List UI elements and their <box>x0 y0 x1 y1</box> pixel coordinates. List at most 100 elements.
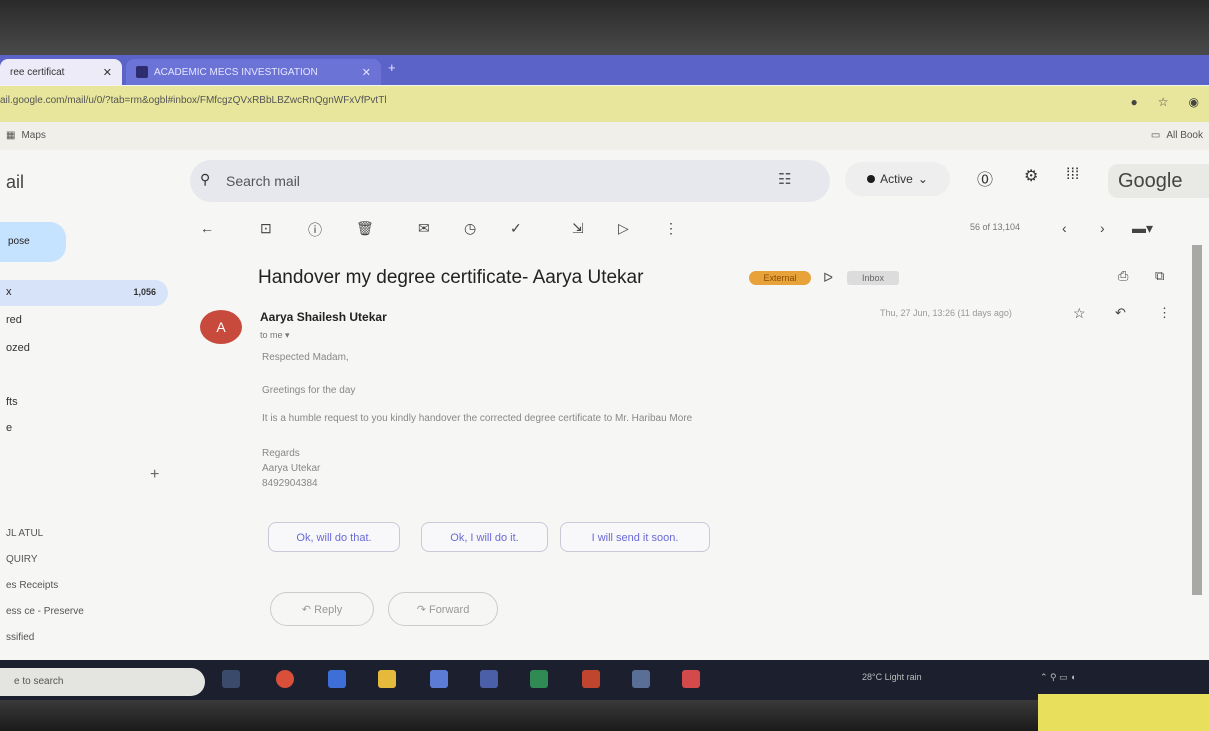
browser-tab-bar: ree certificat ✕ ACADEMIC MECS INVESTIGA… <box>0 55 1209 85</box>
older-chevron-icon[interactable]: › <box>1100 220 1105 236</box>
snooze-icon[interactable]: ◷ <box>464 220 476 237</box>
inbox-label-chip[interactable]: Inbox <box>847 271 899 285</box>
bookmark-star-icon[interactable]: ☆ <box>1158 95 1169 109</box>
excel-icon[interactable] <box>530 670 548 688</box>
bookmarks-bar: ▦ Maps ▭ All Book <box>0 122 1209 150</box>
open-in-new-window-icon[interactable]: ⧉ <box>1155 268 1164 284</box>
word-icon[interactable] <box>328 670 346 688</box>
scrollbar[interactable] <box>1192 245 1202 595</box>
sidebar-item-inbox[interactable]: x 1,056 <box>0 280 168 306</box>
address-bar: ail.google.com/mail/u/0/?tab=rm&ogbl#inb… <box>0 86 1209 122</box>
bookmark-maps-label: Maps <box>21 130 46 141</box>
sticky-note <box>1038 694 1209 731</box>
search-input[interactable]: Search mail <box>226 173 300 189</box>
sidebar-item-drafts[interactable]: fts <box>6 396 18 408</box>
reply-label: Reply <box>314 604 343 616</box>
report-spam-icon[interactable]: ⓘ <box>308 220 322 240</box>
archive-icon[interactable]: ⊡ <box>260 220 272 237</box>
close-tab-icon[interactable]: ✕ <box>103 66 112 79</box>
add-label-icon[interactable]: + <box>150 466 159 484</box>
email-subject: Handover my degree certificate- Aarya Ut… <box>258 267 644 288</box>
status-dot-icon <box>867 175 876 183</box>
gmail-logo[interactable]: ail <box>6 172 24 193</box>
chrome-icon[interactable] <box>276 670 294 688</box>
taskbar-search[interactable]: e to search <box>0 668 205 696</box>
chevron-down-icon: ▾ <box>285 330 290 340</box>
input-tools-icon[interactable]: ▬▾ <box>1132 220 1153 237</box>
move-to-icon[interactable]: ⇲ <box>572 220 584 237</box>
add-task-icon[interactable]: ✓ <box>510 220 522 237</box>
search-options-icon[interactable]: ☷ <box>778 170 791 188</box>
sidebar-item-more[interactable]: e <box>6 422 12 434</box>
mark-unread-icon[interactable]: ✉ <box>418 220 430 237</box>
profile-icon[interactable]: ◉ <box>1189 95 1199 109</box>
forward-icon: ↷ <box>416 604 429 616</box>
help-icon[interactable]: ⓪ <box>977 166 993 190</box>
media-player-icon[interactable] <box>682 670 700 688</box>
apps-grid-icon[interactable]: ⁞⁞⁞ <box>1066 166 1079 184</box>
delete-icon[interactable]: 🗑 <box>356 220 374 237</box>
sidebar-label-3[interactable]: es Receipts <box>6 580 58 591</box>
sidebar-label-5[interactable]: ssified <box>6 632 34 643</box>
bookmark-maps[interactable]: ▦ Maps <box>6 130 46 141</box>
smart-reply-3[interactable]: I will send it soon. <box>560 522 710 552</box>
weather-widget[interactable]: 28°C Light rain <box>862 672 922 682</box>
recipient-details[interactable]: to me ▾ <box>260 330 290 341</box>
sidebar-label-4[interactable]: ess ce - Preserve <box>6 606 84 617</box>
url-field[interactable]: ail.google.com/mail/u/0/?tab=rm&ogbl#inb… <box>0 95 620 113</box>
favicon-icon <box>136 66 148 78</box>
sidebar-label-2[interactable]: QUIRY <box>6 554 38 565</box>
status-label: Active <box>880 172 913 186</box>
smart-reply-1[interactable]: Ok, will do that. <box>268 522 400 552</box>
screen: ree certificat ✕ ACADEMIC MECS INVESTIGA… <box>0 0 1209 731</box>
recipient-label: to me <box>260 330 283 340</box>
maps-icon: ▦ <box>6 130 16 141</box>
more-vert-icon[interactable]: ⋮ <box>1158 305 1171 321</box>
search-bar[interactable]: ⚲ Search mail ☷ <box>190 160 830 202</box>
gmail-app: ail ⚲ Search mail ☷ Active ⌄ ⓪ ⚙ ⁞⁞⁞ Goo… <box>0 150 1209 660</box>
status-button[interactable]: Active ⌄ <box>845 162 950 196</box>
print-icon[interactable]: ⎙ <box>1118 268 1128 284</box>
powerpoint-icon[interactable] <box>582 670 600 688</box>
address-bar-actions: ● ☆ ◉ <box>1131 95 1200 109</box>
smart-reply-2[interactable]: Ok, I will do it. <box>421 522 548 552</box>
sidebar-label-1[interactable]: JL ATUL <box>6 528 43 539</box>
sender-name[interactable]: Aarya Shailesh Utekar <box>260 310 387 324</box>
back-arrow-icon[interactable]: ← <box>200 220 214 236</box>
system-tray[interactable]: ⌃ ⚲ ▭ ◖ <box>1040 672 1076 683</box>
tab-inactive[interactable]: ACADEMIC MECS INVESTIGATION ✕ <box>126 59 381 85</box>
calculator-icon[interactable] <box>430 670 448 688</box>
bookmark-all[interactable]: ▭ All Book <box>1151 130 1203 141</box>
sidebar-item-starred[interactable]: red <box>6 314 22 326</box>
google-account-logo[interactable]: Google <box>1108 164 1209 198</box>
body-salutation: Respected Madam, <box>262 352 349 363</box>
file-explorer-icon[interactable] <box>378 670 396 688</box>
pagination-count: 56 of 13,104 <box>970 222 1021 232</box>
body-regards: Regards <box>262 448 300 459</box>
compose-button[interactable]: pose <box>0 222 66 262</box>
body-signature-phone: 8492904384 <box>262 478 318 489</box>
sidebar-item-snoozed[interactable]: ozed <box>6 342 30 354</box>
forward-button[interactable]: ↷ Forward <box>388 592 498 626</box>
task-view-icon[interactable] <box>222 670 240 688</box>
bookmark-all-label: All Book <box>1166 130 1203 141</box>
app-icon[interactable] <box>480 670 498 688</box>
search-icon[interactable]: ⚲ <box>200 171 210 188</box>
new-tab-icon[interactable]: + <box>388 60 396 75</box>
reply-button[interactable]: ↶ Reply <box>270 592 374 626</box>
inbox-count: 1,056 <box>133 287 156 297</box>
newer-chevron-icon[interactable]: ‹ <box>1062 220 1067 236</box>
monitor-bezel-bottom <box>0 700 1209 731</box>
star-icon[interactable]: ☆ <box>1073 305 1086 322</box>
close-tab-icon[interactable]: ✕ <box>362 66 371 79</box>
chevron-down-icon: ⌄ <box>917 172 928 186</box>
body-signature-name: Aarya Utekar <box>262 463 321 474</box>
more-vert-icon[interactable]: ⋮ <box>664 220 678 237</box>
important-marker-icon[interactable]: ᐅ <box>823 270 833 286</box>
snipping-tool-icon[interactable] <box>632 670 650 688</box>
gear-icon[interactable]: ⚙ <box>1024 166 1038 186</box>
reply-icon[interactable]: ↶ <box>1115 305 1126 321</box>
label-icon[interactable]: ▷ <box>618 220 629 237</box>
tab-active[interactable]: ree certificat ✕ <box>0 59 122 85</box>
extension-icon[interactable]: ● <box>1131 95 1138 109</box>
